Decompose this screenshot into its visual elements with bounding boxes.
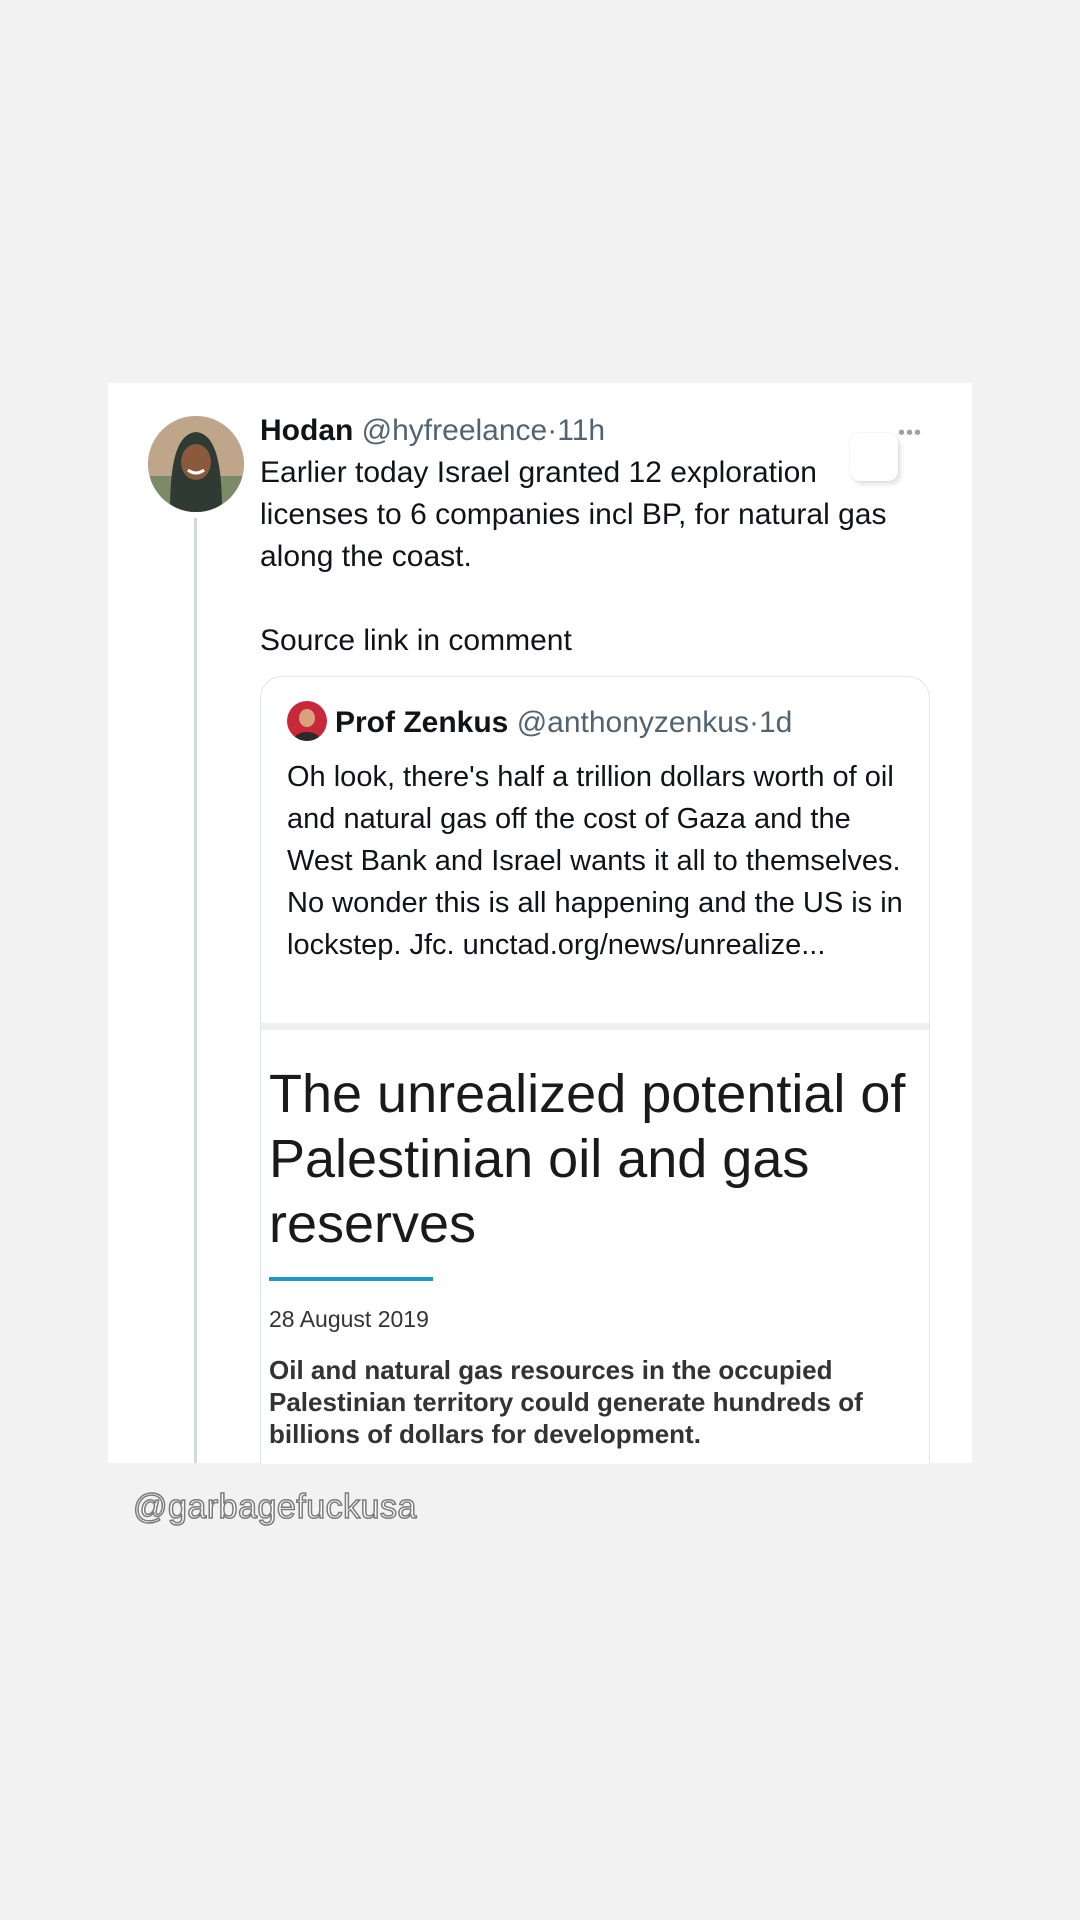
tweet-card[interactable]: Hodan @hyfreelance·11h ••• Earlier today… [108,383,972,1464]
tweet-time[interactable]: 11h [557,414,605,447]
tweet-header: Hodan @hyfreelance·11h [260,411,605,450]
quote-header-separator: · [748,706,759,739]
quote-text: Oh look, there's half a trillion dollars… [287,761,903,961]
article-date: 28 August 2019 [269,1306,429,1332]
quote-divider [261,1023,929,1030]
quote-author-avatar[interactable] [287,701,327,741]
quote-header: Prof Zenkus @anthonyzenkus·1d [287,701,792,742]
thread-line [194,518,197,1463]
quote-author-handle[interactable]: @anthonyzenkus [517,706,749,739]
quote-time[interactable]: 1d [759,706,792,739]
watermark: @garbagefuckusa [132,1487,417,1527]
article-title[interactable]: The unrealized potential of Palestinian … [269,1062,929,1257]
article-accent-rule [269,1277,433,1281]
quoted-tweet[interactable]: Prof Zenkus @anthonyzenkus·1d Oh look, t… [260,676,930,1464]
more-horizontal-icon[interactable]: ••• [898,423,922,443]
tweet-text: Earlier today Israel granted 12 explorat… [260,456,887,657]
author-name[interactable]: Hodan [260,414,353,447]
header-separator: · [547,414,558,447]
article-summary: Oil and natural gas resources in the occ… [269,1355,863,1449]
author-avatar[interactable] [148,416,244,512]
quote-author-name[interactable]: Prof Zenkus [335,706,508,739]
author-handle[interactable]: @hyfreelance [362,414,548,447]
